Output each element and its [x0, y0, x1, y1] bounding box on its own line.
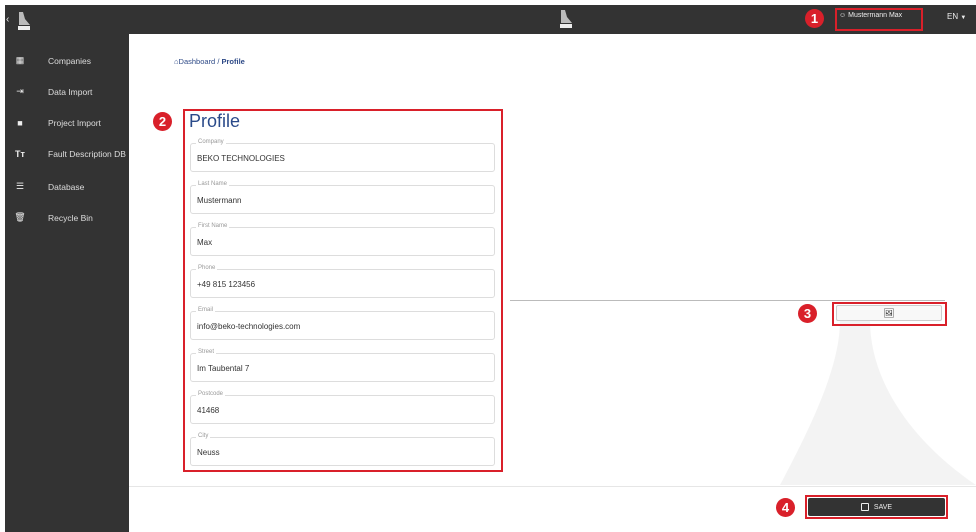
- top-bar: [5, 5, 976, 34]
- user-menu-button[interactable]: ☺ Mustermann Max: [839, 12, 902, 19]
- field-value: Mustermann: [197, 196, 242, 205]
- sidebar-item-label: Companies: [48, 55, 91, 66]
- chevron-down-icon: ▼: [960, 15, 967, 21]
- city-field[interactable]: City Neuss: [190, 433, 495, 466]
- field-label: Phone: [196, 265, 218, 271]
- text-size-icon: Tт: [15, 149, 25, 159]
- list-icon: ☰: [15, 181, 25, 191]
- briefcase-icon: ■: [17, 118, 23, 128]
- street-field[interactable]: Street Im Taubental 7: [190, 349, 495, 382]
- field-label: Company: [196, 139, 226, 145]
- save-button[interactable]: SAVE: [808, 498, 945, 516]
- annotation-badge-3: 3: [798, 304, 817, 323]
- language-select[interactable]: EN ▼: [947, 12, 966, 21]
- field-value: Max: [197, 238, 213, 247]
- sidebar-item-label: Database: [48, 181, 85, 192]
- footer-divider: [129, 486, 976, 487]
- field-value: 41468: [197, 406, 220, 415]
- phone-field[interactable]: Phone +49 815 123456: [190, 265, 495, 298]
- beko-watermark: [780, 320, 976, 485]
- field-label: Last Name: [196, 181, 230, 187]
- field-value: BEKO TECHNOLOGIES: [197, 154, 285, 163]
- sidebar-item-fault-description-db[interactable]: Tт Fault Description DB: [14, 149, 126, 159]
- breadcrumb-separator: /: [217, 57, 220, 66]
- postcode-field[interactable]: Postcode 41468: [190, 391, 495, 424]
- sidebar-item-project-import[interactable]: ■ Project Import: [14, 118, 101, 128]
- field-label: Street: [196, 349, 217, 355]
- sidebar-item-label: Recycle Bin: [48, 212, 93, 223]
- sidebar-item-label: Project Import: [48, 118, 101, 128]
- field-label: City: [196, 433, 211, 439]
- trash-icon: 🗑: [14, 212, 26, 222]
- floppy-disk-icon: [860, 503, 869, 511]
- field-value: +49 815 123456: [197, 280, 256, 289]
- field-value: Im Taubental 7: [197, 364, 250, 373]
- sidebar: [5, 34, 129, 532]
- last-name-field[interactable]: Last Name Mustermann: [190, 181, 495, 214]
- page-title: Profile: [189, 111, 241, 131]
- sidebar-item-label: Data Import: [48, 86, 93, 97]
- field-label: Postcode: [196, 391, 226, 397]
- email-field[interactable]: Email info@beko-technologies.com: [190, 307, 495, 340]
- language-value: EN: [947, 12, 959, 21]
- field-value: info@beko-technologies.com: [197, 322, 301, 331]
- collapse-sidebar-button[interactable]: ‹: [6, 14, 9, 25]
- breadcrumb: ⌂Dashboard / Profile: [174, 57, 245, 66]
- sidebar-item-label: Fault Description DB: [48, 149, 126, 159]
- save-label: SAVE: [873, 503, 893, 511]
- first-name-field[interactable]: First Name Max: [190, 223, 495, 256]
- breadcrumb-dashboard-link[interactable]: Dashboard: [179, 57, 216, 66]
- sidebar-item-data-import[interactable]: ⇥ Data Import: [14, 86, 92, 97]
- sidebar-item-companies[interactable]: ▦ Companies: [14, 55, 91, 66]
- user-icon: ☺: [839, 12, 847, 19]
- annotation-badge-1: 1: [805, 9, 824, 28]
- beko-logo-center: [558, 8, 574, 30]
- annotation-badge-2: 2: [153, 112, 172, 131]
- image-gallery-icon: 🖼: [883, 308, 895, 318]
- breadcrumb-current: Profile: [221, 57, 245, 66]
- building-icon: ▦: [15, 55, 25, 65]
- annotation-badge-4: 4: [776, 498, 795, 517]
- divider: [510, 300, 945, 301]
- import-icon: ⇥: [16, 86, 24, 96]
- beko-logo[interactable]: [16, 11, 32, 31]
- upload-image-button[interactable]: 🖼: [836, 305, 942, 321]
- sidebar-item-recycle-bin[interactable]: 🗑 Recycle Bin: [14, 212, 93, 223]
- user-name: Mustermann Max: [848, 12, 903, 19]
- sidebar-item-database[interactable]: ☰ Database: [14, 181, 84, 192]
- field-value: Neuss: [197, 448, 220, 457]
- company-field[interactable]: Company BEKO TECHNOLOGIES: [190, 139, 495, 172]
- field-label: First Name: [196, 223, 230, 229]
- field-label: Email: [196, 307, 216, 313]
